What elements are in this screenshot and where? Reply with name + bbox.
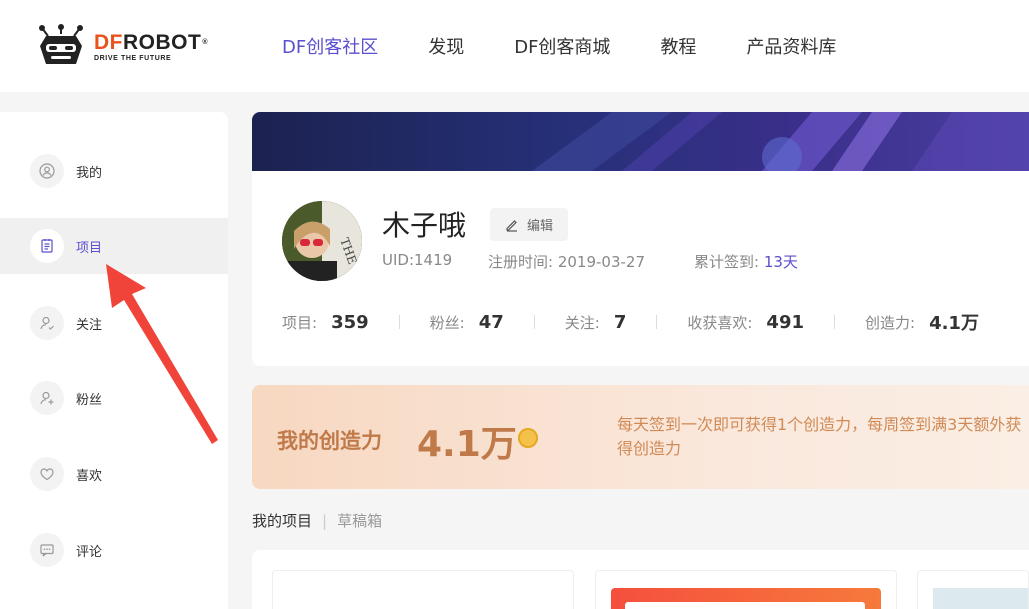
main-nav: DF创客社区 发现 DF创客商城 教程 产品资料库 bbox=[282, 0, 886, 92]
stat-likes-received[interactable]: 收获喜欢: 491 bbox=[687, 312, 804, 333]
user-follow-icon bbox=[30, 306, 64, 340]
register-date: 注册时间: 2019-03-27 bbox=[488, 253, 646, 271]
logo-tagline: DRIVE THE FUTURE bbox=[94, 55, 172, 62]
edit-label: 编辑 bbox=[526, 219, 553, 234]
stat-following[interactable]: 关注: 7 bbox=[565, 312, 627, 333]
project-card[interactable] bbox=[595, 570, 897, 609]
robot-logo-icon bbox=[38, 24, 84, 70]
sidebar-item-label: 关注 bbox=[76, 317, 103, 333]
username: 木子哦 bbox=[382, 209, 467, 242]
sidebar-item-likes[interactable]: 喜欢 bbox=[0, 446, 228, 502]
nav-df-mall[interactable]: DF创客商城 bbox=[514, 33, 610, 59]
sidebar-item-label: 评论 bbox=[76, 544, 103, 560]
sidebar-item-label: 我的 bbox=[76, 165, 103, 181]
edit-profile-button[interactable]: 编辑 bbox=[490, 208, 568, 241]
sidebar-item-label: 喜欢 bbox=[76, 468, 103, 484]
dfrobot-logo[interactable]: DFROBOT® DRIVE THE FUTURE bbox=[38, 24, 238, 70]
tab-divider: | bbox=[322, 511, 328, 530]
annotation-arrow-icon bbox=[106, 264, 218, 444]
edit-pencil-icon bbox=[505, 218, 519, 232]
creativity-banner: 我的创造力 4.1万 每天签到一次即可获得1个创造力，每周签到满3天额外获得创造… bbox=[252, 385, 1029, 489]
user-plus-icon bbox=[30, 381, 64, 415]
logo-wordmark: DFROBOT® bbox=[94, 31, 208, 54]
profile-stats: 项目: 359 粉丝: 47 关注: 7 收获喜欢: 491 创造力: 4.1万 bbox=[282, 309, 979, 335]
checkin-days-link[interactable]: 13天 bbox=[764, 253, 798, 271]
profile-card: THE 木子哦 编辑 UID:1419 注册时间: 2019-03-27 累计签… bbox=[252, 112, 1029, 366]
project-tabs: 我的项目 | 草稿箱 bbox=[252, 510, 382, 531]
user-circle-icon bbox=[30, 154, 64, 188]
stat-projects[interactable]: 项目: 359 bbox=[282, 312, 369, 333]
top-header: DFROBOT® DRIVE THE FUTURE DF创客社区 发现 DF创客… bbox=[0, 0, 1029, 92]
stat-creativity[interactable]: 创造力: 4.1万 bbox=[865, 309, 979, 335]
profile-banner bbox=[252, 112, 1029, 171]
project-card[interactable] bbox=[917, 570, 1029, 609]
checkin-count: 累计签到: 13天 bbox=[694, 253, 798, 271]
comment-icon bbox=[30, 533, 64, 567]
nav-product-library[interactable]: 产品资料库 bbox=[746, 33, 836, 59]
creativity-value: 4.1万 bbox=[417, 424, 517, 465]
tab-my-projects[interactable]: 我的项目 bbox=[252, 510, 312, 531]
stat-fans[interactable]: 粉丝: 47 bbox=[430, 312, 504, 333]
user-uid: UID:1419 bbox=[382, 251, 453, 269]
nav-tutorials[interactable]: 教程 bbox=[660, 33, 696, 59]
sidebar-item-label: 粉丝 bbox=[76, 392, 103, 408]
project-card[interactable] bbox=[272, 570, 574, 609]
tab-drafts[interactable]: 草稿箱 bbox=[337, 510, 382, 531]
coin-icon bbox=[518, 428, 538, 448]
sidebar-item-comments[interactable]: 评论 bbox=[0, 522, 228, 578]
sidebar-item-mine[interactable]: 我的 bbox=[0, 143, 228, 199]
creativity-title: 我的创造力 bbox=[277, 429, 382, 453]
avatar[interactable]: THE bbox=[282, 201, 362, 281]
nav-df-community[interactable]: DF创客社区 bbox=[282, 33, 378, 59]
project-thumbnail bbox=[611, 588, 881, 609]
project-thumbnail bbox=[933, 588, 1028, 609]
document-icon bbox=[30, 229, 64, 263]
nav-discover[interactable]: 发现 bbox=[428, 33, 464, 59]
creativity-description: 每天签到一次即可获得1个创造力，每周签到满3天额外获得创造力 bbox=[617, 415, 1022, 458]
sidebar-item-label: 项目 bbox=[76, 240, 103, 256]
heart-icon bbox=[30, 457, 64, 491]
